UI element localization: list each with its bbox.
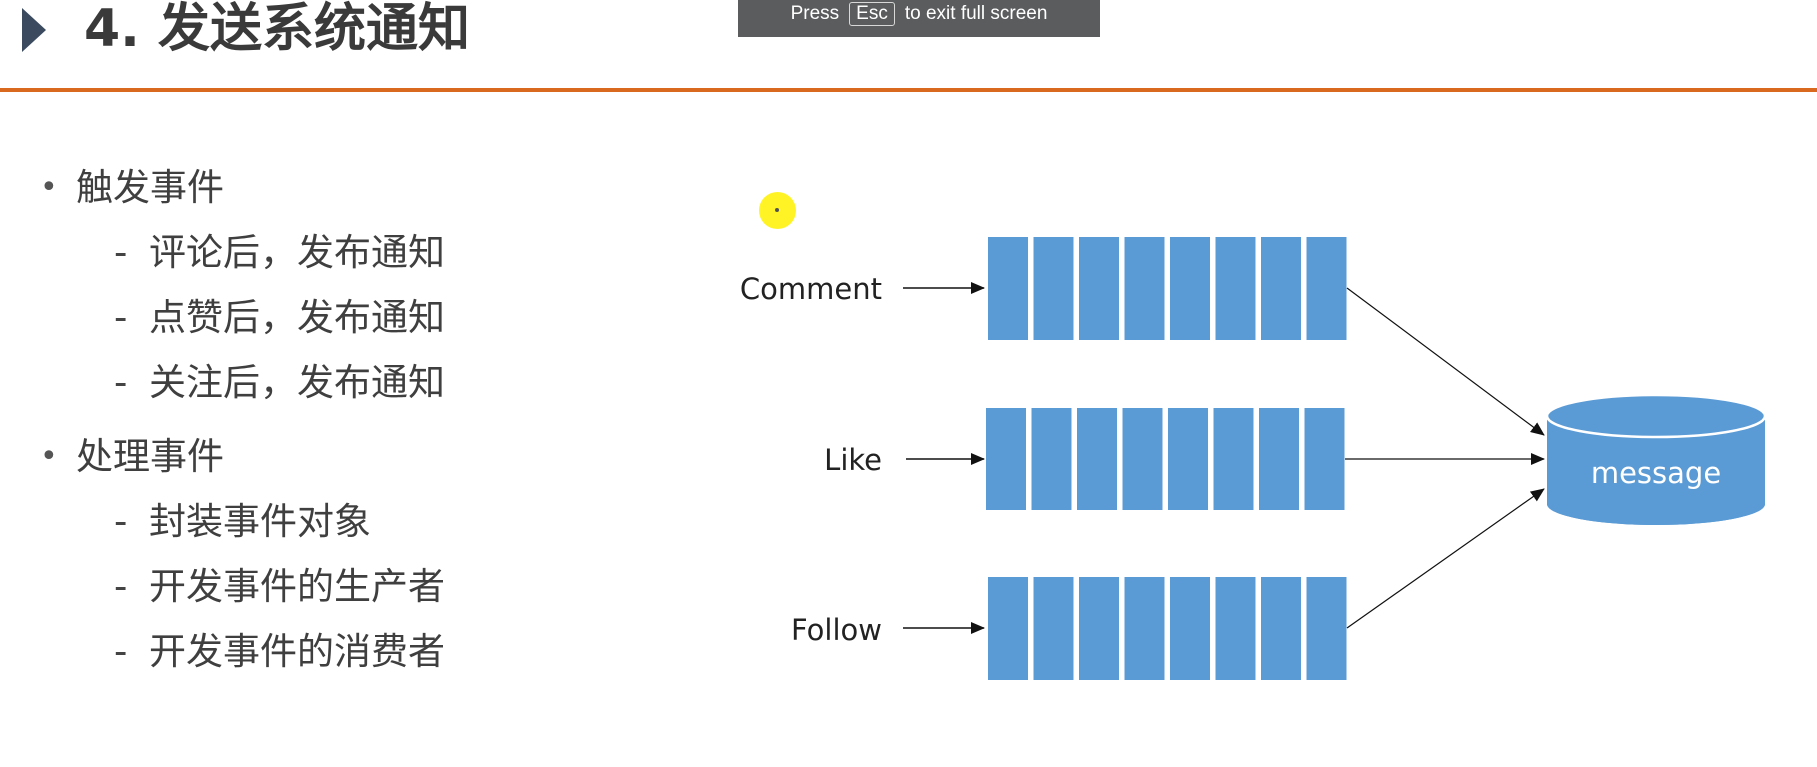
- queue-slot: [1079, 237, 1119, 340]
- queue-slot: [1213, 408, 1254, 510]
- queue-slot: [988, 577, 1028, 680]
- queue-label-comment: Comment: [740, 272, 882, 306]
- queue-slot: [988, 237, 1028, 340]
- queue-slot: [1215, 577, 1256, 680]
- queue-label-like: Like: [824, 443, 882, 477]
- queue-slot: [1306, 237, 1347, 340]
- queue-slot: [1124, 237, 1165, 340]
- queue-slot: [1168, 408, 1208, 510]
- queue-slot: [1261, 577, 1301, 680]
- output-arrow-follow: [1346, 488, 1545, 629]
- queue-slot: [1306, 577, 1347, 680]
- output-arrow-comment: [1346, 287, 1545, 436]
- slide: 4. 发送系统通知 Press Esc to exit full screen …: [0, 0, 1817, 767]
- queue-slot: [1033, 237, 1074, 340]
- queue-slot: [1304, 408, 1345, 510]
- queue-slot: [986, 408, 1026, 510]
- queue-follow: [988, 577, 1347, 680]
- message-queue-diagram: Comment Like Follow message: [740, 237, 1767, 680]
- database-label: message: [1591, 456, 1721, 490]
- queue-slot: [1261, 237, 1301, 340]
- queue-slot: [1033, 577, 1074, 680]
- queue-slot: [1079, 577, 1119, 680]
- queue-slot: [1077, 408, 1117, 510]
- queue-label-follow: Follow: [791, 613, 882, 647]
- queue-slot: [1122, 408, 1163, 510]
- queue-slot: [1170, 237, 1210, 340]
- queue-slot: [1215, 237, 1256, 340]
- queue-slot: [1124, 577, 1165, 680]
- queue-comment: [988, 237, 1347, 340]
- queue-like: [986, 408, 1345, 510]
- queue-slot: [1031, 408, 1072, 510]
- queue-slot: [1170, 577, 1210, 680]
- queue-slot: [1259, 408, 1299, 510]
